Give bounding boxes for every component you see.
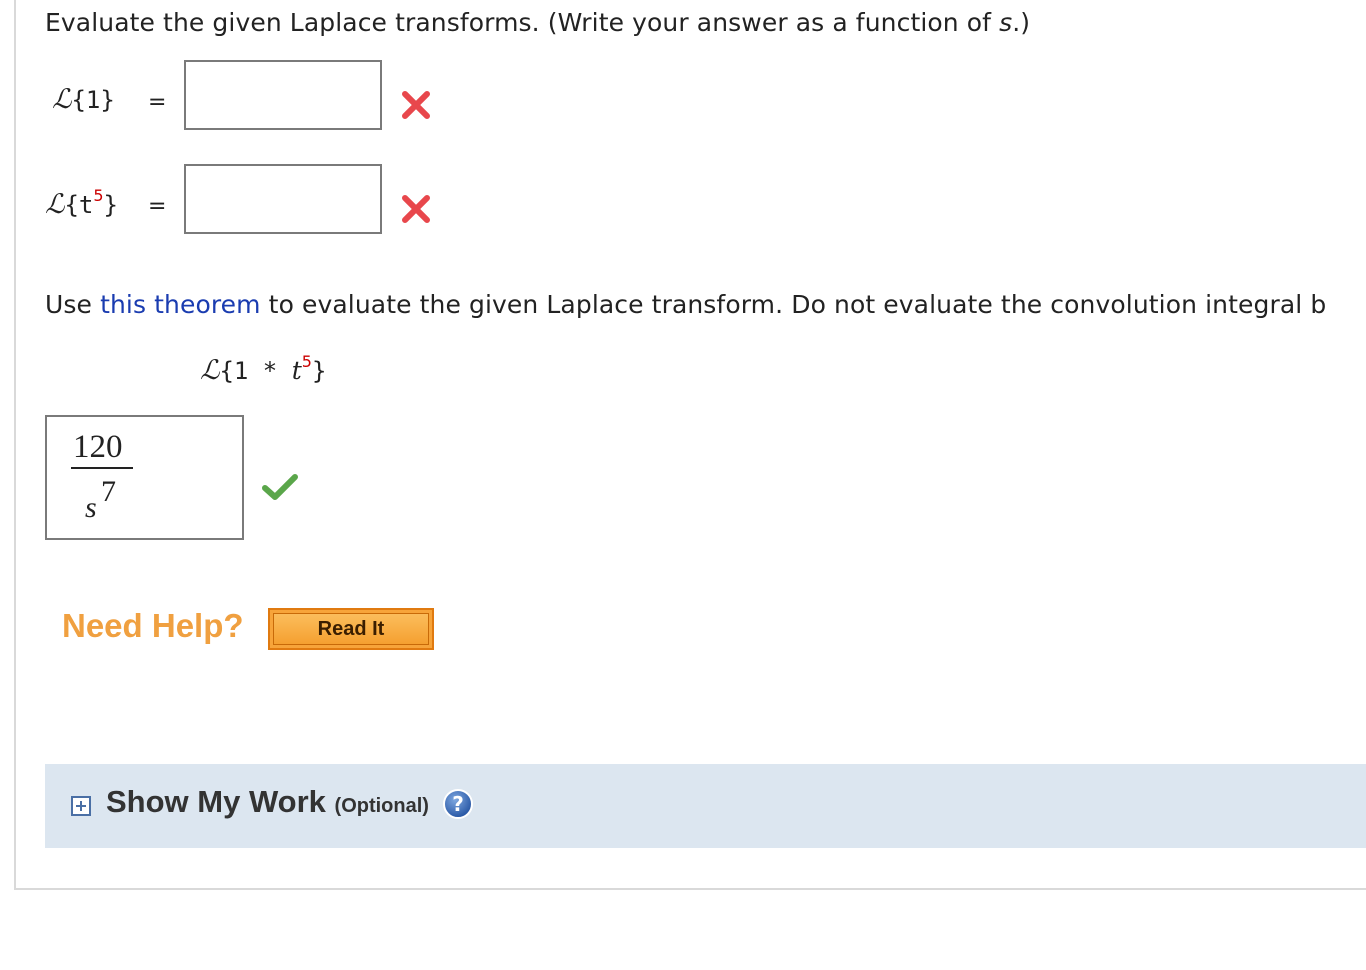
instruction-1-variable: s [999, 8, 1013, 37]
variable-t: t [291, 356, 302, 385]
answer-input-convolution[interactable]: 120 s 7 [45, 415, 244, 540]
convolution-expression: ℒ{1 * t5} [200, 352, 326, 386]
laplace-symbol: ℒ [200, 355, 220, 386]
instruction-2-prefix: Use [45, 290, 101, 319]
instruction-text-2: Use this theorem to evaluate the given L… [45, 290, 1326, 319]
answer-input-part2[interactable] [184, 164, 382, 234]
instruction-1-prefix: Evaluate the given Laplace transforms. (… [45, 8, 1000, 37]
laplace-symbol: ℒ [45, 189, 65, 220]
fraction-denominator: s [85, 491, 97, 524]
laplace-argument: {1} [71, 86, 115, 114]
fraction-numerator: 120 [73, 429, 123, 465]
incorrect-x-icon [402, 91, 430, 119]
optional-label: (Optional) [334, 795, 429, 817]
read-it-label: Read It [273, 613, 429, 645]
correct-check-icon [262, 474, 298, 500]
laplace-argument-close: } [103, 191, 118, 219]
instruction-2-suffix: to evaluate the given Laplace transform.… [260, 290, 1327, 319]
laplace-symbol: ℒ [52, 84, 72, 115]
convolution-close: } [311, 357, 327, 385]
answer-input-part1[interactable] [184, 60, 382, 130]
this-theorem-link[interactable]: this theorem [100, 290, 261, 319]
svg-text:?: ? [452, 792, 464, 816]
fraction-bar [71, 467, 133, 469]
equals-sign: = [148, 194, 167, 219]
read-it-button[interactable]: Read It [268, 608, 434, 650]
fraction-denominator-exponent: 7 [101, 475, 116, 508]
show-my-work-title[interactable]: Show My Work (Optional) [106, 784, 429, 820]
show-my-work-panel: Show My Work (Optional) ? [45, 764, 1366, 848]
instruction-1-suffix: .) [1012, 8, 1031, 37]
need-help-label: Need Help? [62, 607, 244, 644]
laplace-of-t5-label: ℒ{t5} [45, 186, 118, 220]
help-question-icon[interactable]: ? [442, 788, 474, 820]
expand-plus-icon[interactable] [71, 796, 91, 816]
incorrect-x-icon [402, 195, 430, 223]
show-my-work-label: Show My Work [106, 784, 326, 819]
laplace-argument-open: {t [64, 191, 94, 219]
laplace-of-1-label: ℒ{1} [52, 84, 115, 115]
equals-sign: = [148, 90, 167, 115]
convolution-open: {1 * [219, 357, 292, 385]
exponent: 5 [93, 186, 104, 205]
exponent: 5 [301, 352, 312, 371]
instruction-text-1: Evaluate the given Laplace transforms. (… [45, 8, 1030, 37]
